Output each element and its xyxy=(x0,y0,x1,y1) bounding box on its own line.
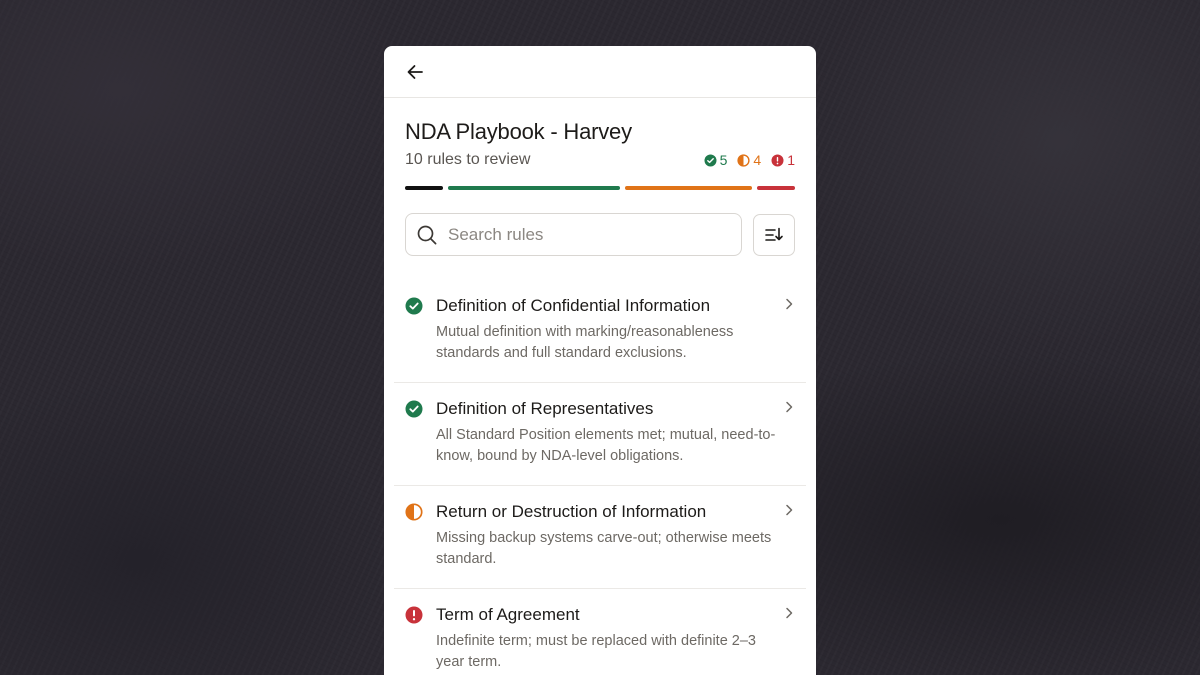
rule-title: Return or Destruction of Information xyxy=(436,502,707,521)
chevron-right-icon xyxy=(786,504,793,516)
back-button[interactable] xyxy=(404,61,426,83)
search-icon xyxy=(417,225,437,244)
fail-count: 1 xyxy=(771,152,795,168)
page-title: NDA Playbook - Harvey xyxy=(405,119,632,144)
check-circle-icon xyxy=(405,400,423,418)
chevron-right-icon xyxy=(786,401,793,413)
progress-segment-pass xyxy=(448,186,621,190)
search-box[interactable] xyxy=(405,213,742,256)
search-input[interactable] xyxy=(448,224,718,245)
rules-count-subtitle: 10 rules to review xyxy=(405,151,531,168)
playbook-panel: NDA Playbook - Harvey 10 rules to review… xyxy=(384,46,816,675)
check-circle-icon xyxy=(405,297,423,315)
check-circle-icon xyxy=(704,154,717,166)
half-circle-icon xyxy=(405,503,423,521)
rules-list: Definition of Confidential Information M… xyxy=(384,280,816,675)
partial-count-value: 4 xyxy=(753,152,762,168)
partial-count: 4 xyxy=(737,152,761,168)
pass-count: 5 xyxy=(704,152,728,168)
rule-title: Definition of Confidential Information xyxy=(436,296,711,315)
progress-segment-fail xyxy=(756,186,796,190)
half-circle-icon xyxy=(737,153,751,167)
rule-description: Mutual definition with marking/reasonabl… xyxy=(436,324,734,361)
top-bar xyxy=(384,46,816,98)
progress-segment-reviewed xyxy=(405,186,444,190)
sort-button[interactable] xyxy=(753,213,795,256)
rule-description: All Standard Position elements met; mutu… xyxy=(436,427,776,464)
rule-title: Term of Agreement xyxy=(436,605,580,624)
rule-item[interactable]: Definition of Confidential Information M… xyxy=(394,280,806,383)
rule-item[interactable]: Return or Destruction of Information Mis… xyxy=(394,486,806,589)
pass-count-value: 5 xyxy=(719,152,728,168)
rule-title: Definition of Representatives xyxy=(436,399,654,418)
rule-item[interactable]: Definition of Representatives All Standa… xyxy=(394,383,806,486)
fail-count-value: 1 xyxy=(787,152,795,168)
progress-segment-partial xyxy=(625,186,752,190)
sort-icon xyxy=(765,227,783,241)
arrow-left-icon xyxy=(407,65,423,79)
chevron-right-icon xyxy=(786,298,793,310)
alert-circle-icon xyxy=(405,606,423,624)
rule-description: Indefinite term; must be replaced with d… xyxy=(436,633,756,670)
status-counts: 5 4 1 xyxy=(704,152,795,168)
chevron-right-icon xyxy=(786,607,793,619)
rule-description: Missing backup systems carve-out; otherw… xyxy=(436,530,772,567)
review-progress-bar xyxy=(405,186,796,190)
alert-circle-icon xyxy=(771,154,784,166)
rule-item[interactable]: Term of Agreement Indefinite term; must … xyxy=(394,589,806,675)
